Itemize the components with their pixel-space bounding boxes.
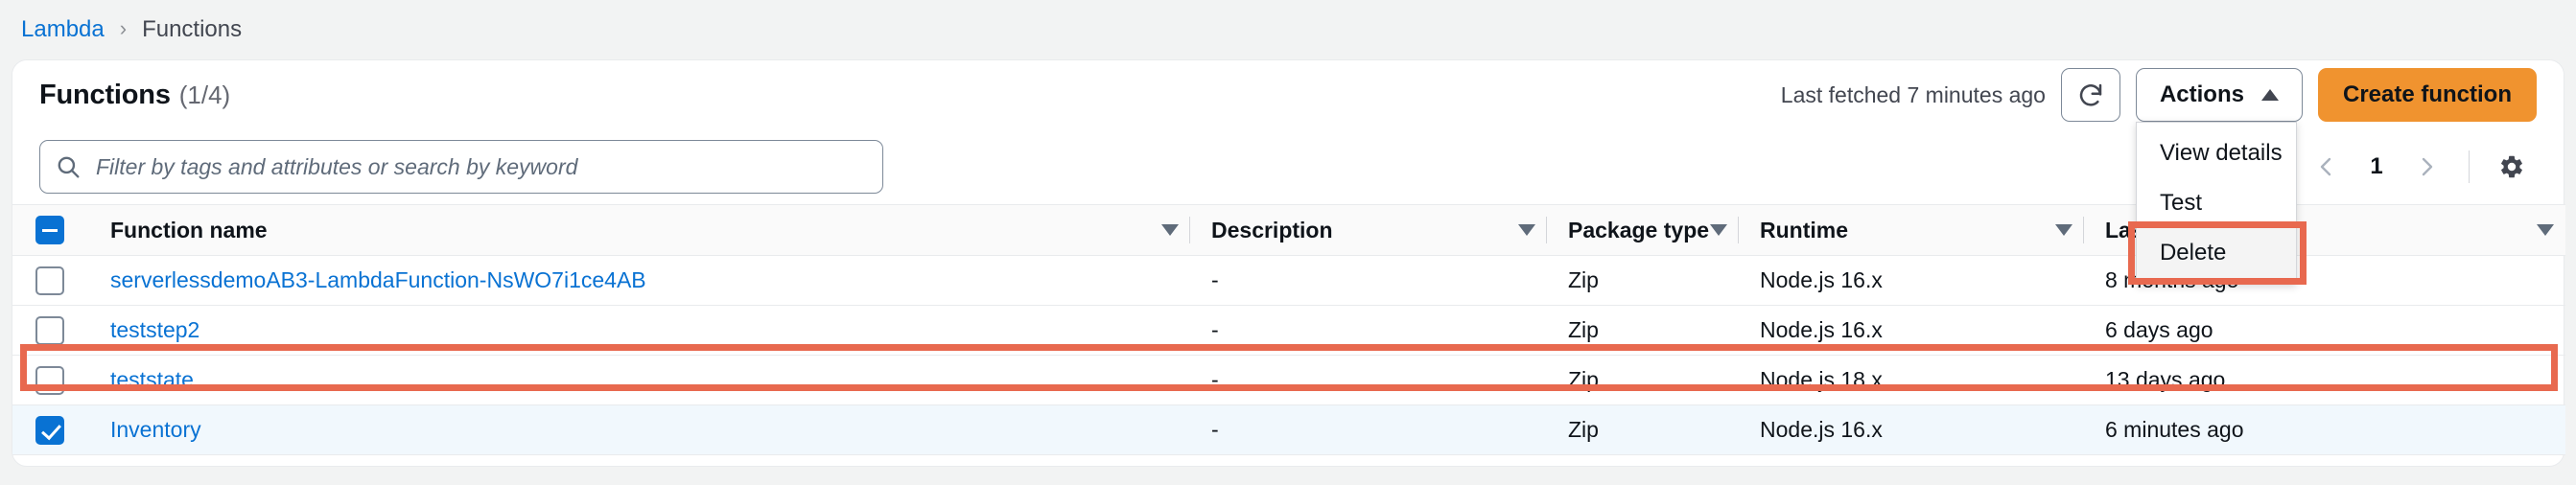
last-modified-value: 6 days ago <box>2105 317 2213 342</box>
cell-description: - <box>1190 255 1547 306</box>
filter-triangle-icon-description[interactable] <box>1518 224 1535 236</box>
cell-runtime: Node.js 18.x <box>1739 355 2084 405</box>
package-type-value: Zip <box>1568 267 1599 292</box>
menu-item-delete[interactable]: Delete <box>2136 228 2296 278</box>
cell-description: - <box>1190 355 1547 405</box>
menu-item-view-details[interactable]: View details <box>2137 128 2296 178</box>
last-fetched-status: Last fetched 7 minutes ago <box>1780 81 2046 107</box>
cell-runtime: Node.js 16.x <box>1739 305 2084 356</box>
chevron-right-icon <box>2415 155 2438 178</box>
description-value: - <box>1211 417 1219 442</box>
cell-description: - <box>1190 305 1547 356</box>
cell-package-type: Zip <box>1547 305 1739 356</box>
cell-function-name: Inventory <box>89 404 1190 455</box>
column-label-runtime: Runtime <box>1760 217 1848 242</box>
search-icon <box>56 154 81 179</box>
filter-triangle-icon-package-type[interactable] <box>1710 224 1727 236</box>
table-row[interactable]: teststate - Zip Node.js 18.x 13 days ago <box>12 355 2565 405</box>
pagination-divider <box>2469 150 2470 183</box>
cell-last-modified: 13 days ago <box>2084 355 2565 405</box>
caret-up-icon <box>2260 89 2279 101</box>
last-modified-value: 6 minutes ago <box>2105 417 2244 442</box>
column-label-function-name: Function name <box>110 217 268 242</box>
search-placeholder: Filter by tags and attributes or search … <box>96 153 578 179</box>
filter-triangle-icon-function-name[interactable] <box>1161 224 1179 236</box>
last-modified-value: 13 days ago <box>2105 367 2226 392</box>
menu-item-test[interactable]: Test <box>2137 178 2296 228</box>
function-name-link[interactable]: Inventory <box>89 417 201 442</box>
functions-panel: Functions (1/4) Last fetched 7 minutes a… <box>12 59 2565 467</box>
cell-package-type: Zip <box>1547 355 1739 405</box>
row-select-cell <box>12 355 89 405</box>
cell-function-name: teststate <box>89 355 1190 405</box>
function-name-link[interactable]: serverlessdemoAB3-LambdaFunction-NsWO7i1… <box>89 267 646 292</box>
cell-last-modified: 6 days ago <box>2084 305 2565 356</box>
page-title-count: (1/4) <box>178 80 231 109</box>
search-input[interactable]: Filter by tags and attributes or search … <box>39 140 883 194</box>
cell-description: - <box>1190 404 1547 455</box>
runtime-value: Node.js 16.x <box>1760 417 1883 442</box>
runtime-value: Node.js 16.x <box>1760 317 1883 342</box>
filter-triangle-icon-last-modified[interactable] <box>2537 224 2554 236</box>
select-all-checkbox[interactable] <box>35 216 64 244</box>
filter-triangle-icon-runtime[interactable] <box>2055 224 2073 236</box>
description-value: - <box>1211 367 1219 392</box>
runtime-value: Node.js 18.x <box>1760 367 1883 392</box>
select-all-header <box>12 204 89 256</box>
row-select-cell <box>12 255 89 306</box>
package-type-value: Zip <box>1568 417 1599 442</box>
row-checkbox[interactable] <box>35 315 64 345</box>
refresh-button[interactable] <box>2060 68 2120 122</box>
cell-function-name: serverlessdemoAB3-LambdaFunction-NsWO7i1… <box>89 255 1190 306</box>
row-checkbox[interactable] <box>35 365 64 395</box>
row-select-cell <box>12 404 89 455</box>
breadcrumb-link-lambda[interactable]: Lambda <box>21 16 105 43</box>
breadcrumb-current-functions: Functions <box>142 16 243 42</box>
function-name-link[interactable]: teststep2 <box>89 317 199 342</box>
column-header-function-name: Function name <box>89 204 1190 256</box>
row-checkbox[interactable] <box>35 266 64 295</box>
cell-package-type: Zip <box>1547 255 1739 306</box>
pagination-page-1[interactable]: 1 <box>2355 153 2398 180</box>
cell-runtime: Node.js 16.x <box>1739 404 2084 455</box>
chevron-left-icon <box>2315 155 2338 178</box>
create-function-button[interactable]: Create function <box>2317 68 2537 122</box>
menu-item-delete-wrapper: Delete <box>2127 221 2307 285</box>
package-type-value: Zip <box>1568 367 1599 392</box>
row-select-cell <box>12 305 89 356</box>
runtime-value: Node.js 16.x <box>1760 267 1883 292</box>
page-title: Functions <box>39 79 171 110</box>
description-value: - <box>1211 317 1219 342</box>
table-preferences-button[interactable] <box>2487 142 2537 192</box>
table-row-selected[interactable]: Inventory - Zip Node.js 16.x 6 minutes a… <box>12 404 2565 455</box>
column-header-runtime: Runtime <box>1739 204 2084 256</box>
row-checkbox[interactable] <box>35 415 64 445</box>
breadcrumb-separator-icon: › <box>119 16 128 40</box>
actions-dropdown-menu: View details Test Delete <box>2127 122 2307 285</box>
pagination-next-button[interactable] <box>2401 142 2451 192</box>
pagination: 1 <box>2302 142 2537 192</box>
column-label-description: Description <box>1211 217 1333 242</box>
table-row[interactable]: teststep2 - Zip Node.js 16.x 6 days ago <box>12 305 2565 356</box>
table-body: serverlessdemoAB3-LambdaFunction-NsWO7i1… <box>12 255 2565 455</box>
description-value: - <box>1211 267 1219 292</box>
gear-icon <box>2498 153 2525 180</box>
cell-function-name: teststep2 <box>89 305 1190 356</box>
column-header-description: Description <box>1190 204 1547 256</box>
function-name-link[interactable]: teststate <box>89 367 194 392</box>
header-controls: Last fetched 7 minutes ago Actions View … <box>1780 68 2537 285</box>
actions-dropdown-button[interactable]: Actions <box>2135 68 2303 122</box>
refresh-icon <box>2076 81 2105 109</box>
column-label-package-type: Package type <box>1568 217 1710 242</box>
cell-runtime: Node.js 16.x <box>1739 255 2084 306</box>
cell-package-type: Zip <box>1547 404 1739 455</box>
breadcrumb: Lambda › Functions <box>0 0 2576 59</box>
column-header-package-type: Package type <box>1547 204 1739 256</box>
cell-last-modified: 6 minutes ago <box>2084 404 2565 455</box>
panel-header: Functions (1/4) Last fetched 7 minutes a… <box>12 60 2564 285</box>
package-type-value: Zip <box>1568 317 1599 342</box>
pagination-prev-button[interactable] <box>2302 142 2352 192</box>
actions-button-label: Actions <box>2159 81 2244 107</box>
